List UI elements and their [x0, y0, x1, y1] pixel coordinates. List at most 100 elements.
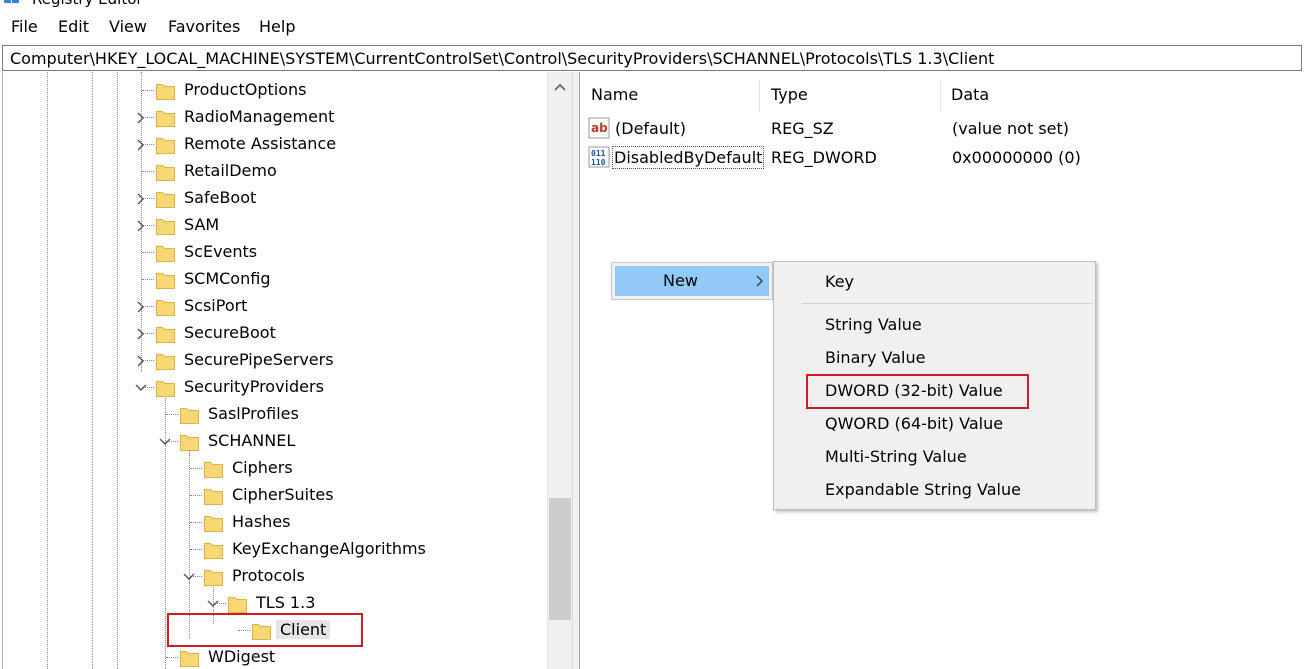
tree-node-label: SaslProfiles	[208, 404, 299, 423]
menu-favorites[interactable]: Favorites	[168, 17, 240, 36]
menu-edit[interactable]: Edit	[58, 17, 89, 36]
tree-connector	[166, 657, 178, 658]
folder-icon	[156, 111, 175, 127]
svg-text:110: 110	[591, 158, 606, 167]
folder-icon	[156, 381, 175, 397]
submenu-item-string-value[interactable]: String Value	[825, 315, 922, 334]
tree-node-label: Hashes	[232, 512, 291, 531]
new-menu-label: New	[663, 271, 698, 290]
svg-text:ab: ab	[591, 121, 608, 135]
folder-icon	[204, 543, 223, 559]
submenu-item-binary-value[interactable]: Binary Value	[825, 348, 925, 367]
chevron-right-icon[interactable]	[134, 219, 148, 233]
column-divider[interactable]	[940, 80, 941, 112]
chevron-down-icon[interactable]	[158, 435, 172, 449]
tree-connector	[142, 252, 154, 253]
scroll-up-icon[interactable]	[554, 82, 566, 92]
tree-node-label: ScEvents	[184, 242, 258, 261]
tree-connector	[142, 279, 154, 280]
folder-icon	[156, 327, 175, 343]
folder-icon	[204, 489, 223, 505]
address-path: Computer\HKEY_LOCAL_MACHINE\SYSTEM\Curre…	[10, 49, 995, 68]
tree-guide-line	[189, 448, 190, 638]
tree-connector	[190, 495, 202, 496]
tree-node-label: Protocols	[232, 566, 305, 585]
menu-view[interactable]: View	[109, 17, 147, 36]
list-item[interactable]: ab (Default) REG_SZ (value not set)	[588, 115, 1288, 141]
tree-vertical-scrollbar[interactable]	[547, 72, 573, 669]
tree-connector	[142, 171, 154, 172]
tree-node-label: SecureBoot	[184, 323, 276, 342]
address-bar[interactable]: Computer\HKEY_LOCAL_MACHINE\SYSTEM\Curre…	[2, 45, 1302, 71]
chevron-right-icon[interactable]	[134, 111, 148, 125]
column-header-name[interactable]: Name	[591, 85, 638, 104]
column-header-type[interactable]: Type	[771, 85, 808, 104]
value-name: (Default)	[615, 119, 686, 138]
folder-icon	[156, 246, 175, 262]
value-data: 0x00000000 (0)	[952, 148, 1081, 167]
tree-connector	[166, 414, 178, 415]
folder-icon	[180, 408, 199, 424]
registry-editor-icon	[4, 0, 19, 3]
tree-node-label: WDigest	[208, 647, 276, 666]
title-bar: Registry Editor	[0, 0, 1307, 10]
tree-node-label: SecurePipeServers	[184, 350, 334, 369]
chevron-right-icon[interactable]	[134, 354, 148, 368]
tree-node-label: Remote Assistance	[184, 134, 337, 153]
chevron-right-icon[interactable]	[134, 192, 148, 206]
tree-node-label: RadioManagement	[184, 107, 335, 126]
submenu-item-expandable-string-value[interactable]: Expandable String Value	[825, 480, 1021, 499]
registry-tree[interactable]: ProductOptions RadioManagement Remote Assi…	[2, 72, 573, 669]
tree-connector	[190, 468, 202, 469]
menu-file[interactable]: File	[11, 17, 38, 36]
window-title: Registry Editor	[32, 0, 143, 8]
chevron-down-icon[interactable]	[182, 570, 196, 584]
folder-icon	[156, 192, 175, 208]
tree-node-label: ScsiPort	[184, 296, 248, 315]
folder-icon	[204, 462, 223, 478]
folder-icon	[156, 273, 175, 289]
folder-icon	[156, 84, 175, 100]
folder-icon	[204, 516, 223, 532]
submenu-item-multi-string-value[interactable]: Multi-String Value	[825, 447, 967, 466]
tree-node-label: SecurityProviders	[184, 377, 324, 396]
menu-help[interactable]: Help	[259, 17, 295, 36]
annotation-highlight-client	[167, 613, 363, 647]
chevron-down-icon[interactable]	[134, 381, 148, 395]
submenu-arrow-icon	[756, 275, 763, 287]
folder-icon	[156, 354, 175, 370]
folder-icon	[180, 435, 199, 451]
value-data: (value not set)	[952, 119, 1070, 138]
folder-icon	[156, 219, 175, 235]
folder-icon	[156, 138, 175, 154]
tree-node-label: RetailDemo	[184, 161, 277, 180]
svg-text:011: 011	[591, 149, 606, 158]
value-name: DisabledByDefault	[612, 146, 765, 169]
tree-node-label: ProductOptions	[184, 80, 307, 99]
tree-node-label: CipherSuites	[232, 485, 334, 504]
submenu-item-key[interactable]: Key	[825, 272, 854, 291]
value-type: REG_SZ	[771, 119, 834, 138]
pane-splitter[interactable]	[572, 72, 580, 669]
tree-connector	[190, 549, 202, 550]
menu-bar: File Edit View Favorites Help	[0, 14, 1307, 40]
tree-node-label: SAM	[184, 215, 220, 234]
tree-guide-line	[117, 72, 118, 669]
submenu-item-qword-value[interactable]: QWORD (64-bit) Value	[825, 414, 1003, 433]
tree-node-label: SafeBoot	[184, 188, 257, 207]
tree-node-label: TLS 1.3	[256, 593, 316, 612]
column-divider[interactable]	[759, 80, 760, 112]
tree-connector	[142, 90, 154, 91]
scrollbar-thumb[interactable]	[549, 498, 571, 620]
tree-node-label: SCMConfig	[184, 269, 271, 288]
list-item[interactable]: 011 110 DisabledByDefault REG_DWORD 0x00…	[588, 144, 1288, 170]
chevron-right-icon[interactable]	[134, 138, 148, 152]
chevron-right-icon[interactable]	[134, 300, 148, 314]
folder-icon	[228, 597, 247, 613]
chevron-down-icon[interactable]	[206, 597, 220, 611]
binary-value-icon: 011 110	[588, 146, 610, 168]
tree-node-label: Ciphers	[232, 458, 293, 477]
chevron-right-icon[interactable]	[134, 327, 148, 341]
column-header-data[interactable]: Data	[951, 85, 989, 104]
folder-icon	[204, 570, 223, 586]
